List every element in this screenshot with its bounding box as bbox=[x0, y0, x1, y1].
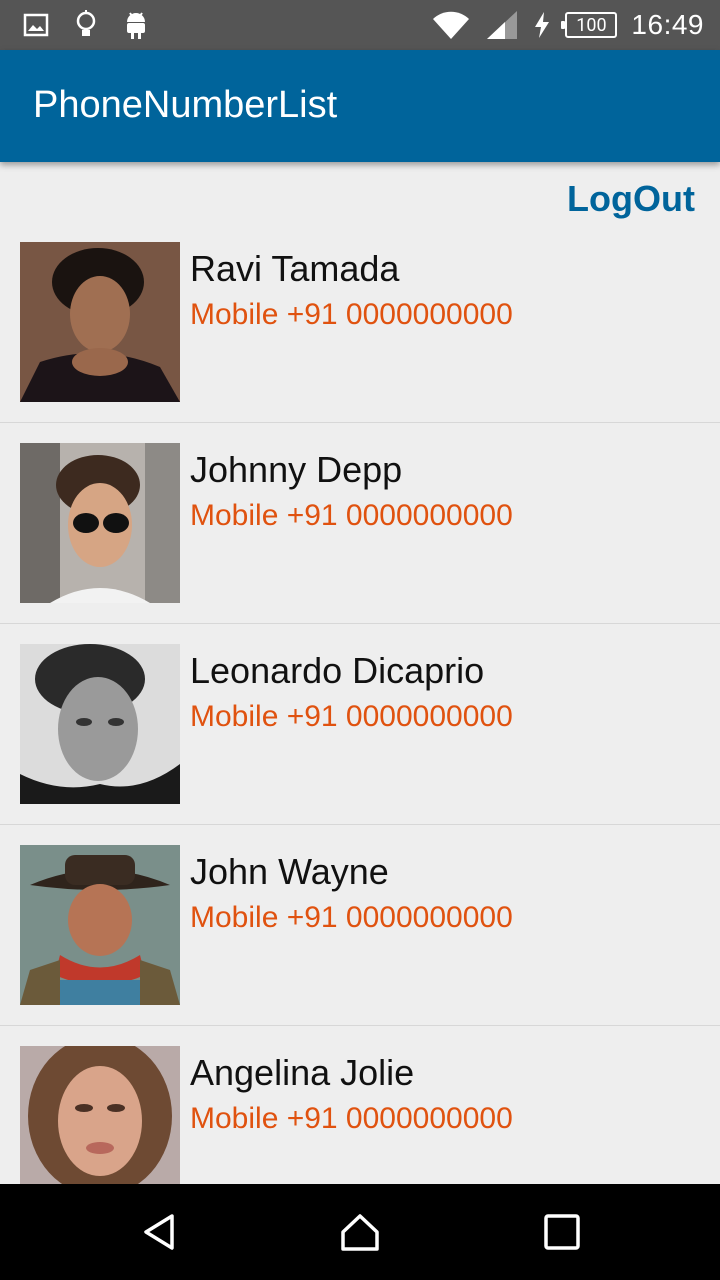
contact-list[interactable]: Ravi Tamada Mobile +91 0000000000 Johnny… bbox=[0, 222, 720, 1184]
contact-row[interactable]: Johnny Depp Mobile +91 0000000000 bbox=[0, 423, 720, 624]
contact-name: Ravi Tamada bbox=[190, 248, 400, 289]
signal-icon bbox=[485, 11, 519, 39]
recents-icon[interactable] bbox=[542, 1212, 582, 1252]
app-bar: PhoneNumberList bbox=[0, 50, 720, 162]
contact-avatar bbox=[20, 242, 180, 402]
contact-name: John Wayne bbox=[190, 851, 389, 892]
status-bar: 100 16:49 bbox=[0, 0, 720, 50]
android-icon bbox=[122, 11, 150, 39]
contact-row[interactable]: Ravi Tamada Mobile +91 0000000000 bbox=[0, 222, 720, 423]
contact-phone: Mobile +91 0000000000 bbox=[190, 298, 513, 331]
status-bar-system: 100 16:49 bbox=[431, 8, 704, 42]
contact-phone: Mobile +91 0000000000 bbox=[190, 1102, 513, 1135]
contact-avatar bbox=[20, 644, 180, 804]
contact-phone: Mobile +91 0000000000 bbox=[190, 901, 513, 934]
logout-button[interactable]: LogOut bbox=[567, 178, 695, 220]
contact-row[interactable]: Leonardo Dicaprio Mobile +91 0000000000 bbox=[0, 624, 720, 825]
battery-icon: 100 bbox=[561, 12, 618, 38]
contact-name: Angelina Jolie bbox=[190, 1052, 415, 1093]
image-icon bbox=[22, 11, 50, 39]
clock: 16:49 bbox=[631, 9, 704, 40]
contact-phone: Mobile +91 0000000000 bbox=[190, 700, 513, 733]
contact-avatar bbox=[20, 845, 180, 1005]
app-title: PhoneNumberList bbox=[33, 84, 338, 126]
contact-row[interactable]: Angelina Jolie Mobile +91 0000000000 bbox=[0, 1026, 720, 1184]
contact-avatar bbox=[20, 1046, 180, 1184]
wifi-icon bbox=[431, 11, 471, 39]
contact-name: Johnny Depp bbox=[190, 449, 403, 490]
back-icon[interactable] bbox=[140, 1212, 180, 1252]
status-bar-notifications bbox=[22, 8, 150, 42]
contact-row[interactable]: John Wayne Mobile +91 0000000000 bbox=[0, 825, 720, 1026]
home-icon[interactable] bbox=[340, 1212, 380, 1252]
contact-phone: Mobile +91 0000000000 bbox=[190, 499, 513, 532]
charging-icon bbox=[533, 11, 551, 39]
contact-name: Leonardo Dicaprio bbox=[190, 650, 485, 691]
battery-level: 100 bbox=[576, 14, 607, 36]
contact-avatar bbox=[20, 443, 180, 603]
navigation-bar bbox=[0, 1184, 720, 1280]
lightbulb-icon bbox=[72, 10, 100, 39]
